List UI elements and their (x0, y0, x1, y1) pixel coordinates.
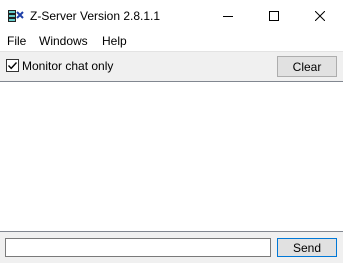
menu-windows[interactable]: Windows (39, 33, 88, 49)
menu-file[interactable]: File (7, 33, 26, 49)
title-bar[interactable]: Z-Server Version 2.8.1.1 (0, 0, 343, 31)
maximize-icon (269, 10, 279, 21)
monitor-chat-only-label[interactable]: Monitor chat only (22, 58, 113, 74)
maximize-button[interactable] (251, 0, 297, 31)
clear-button[interactable]: Clear (277, 56, 337, 77)
message-input[interactable] (5, 238, 271, 257)
minimize-button[interactable] (205, 0, 251, 31)
menu-help[interactable]: Help (102, 33, 127, 49)
close-button[interactable] (297, 0, 343, 31)
toolbar: Monitor chat only Clear (0, 52, 343, 80)
chat-log[interactable] (0, 81, 343, 232)
window-title: Z-Server Version 2.8.1.1 (30, 9, 161, 23)
monitor-chat-only-checkbox[interactable] (6, 59, 19, 72)
close-icon (315, 10, 325, 21)
checkmark-icon (7, 62, 18, 70)
input-bar: Send (0, 232, 343, 263)
app-icon[interactable] (7, 8, 25, 24)
send-button[interactable]: Send (277, 238, 337, 257)
minimize-icon (223, 15, 233, 17)
menu-bar: File Windows Help (0, 31, 343, 51)
